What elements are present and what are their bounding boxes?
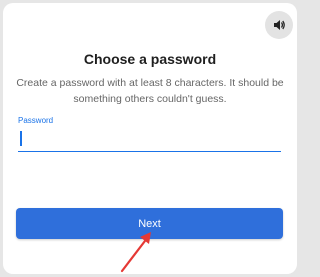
password-label: Password: [18, 116, 54, 125]
page-description: Create a password with at least 8 charac…: [16, 77, 284, 105]
sound-button[interactable]: [265, 11, 293, 39]
speaker-icon: [274, 20, 285, 30]
page-title: Choose a password: [83, 51, 217, 67]
annotation-arrow: [120, 232, 151, 273]
password-input[interactable]: [18, 127, 281, 152]
text-cursor: [20, 131, 22, 146]
